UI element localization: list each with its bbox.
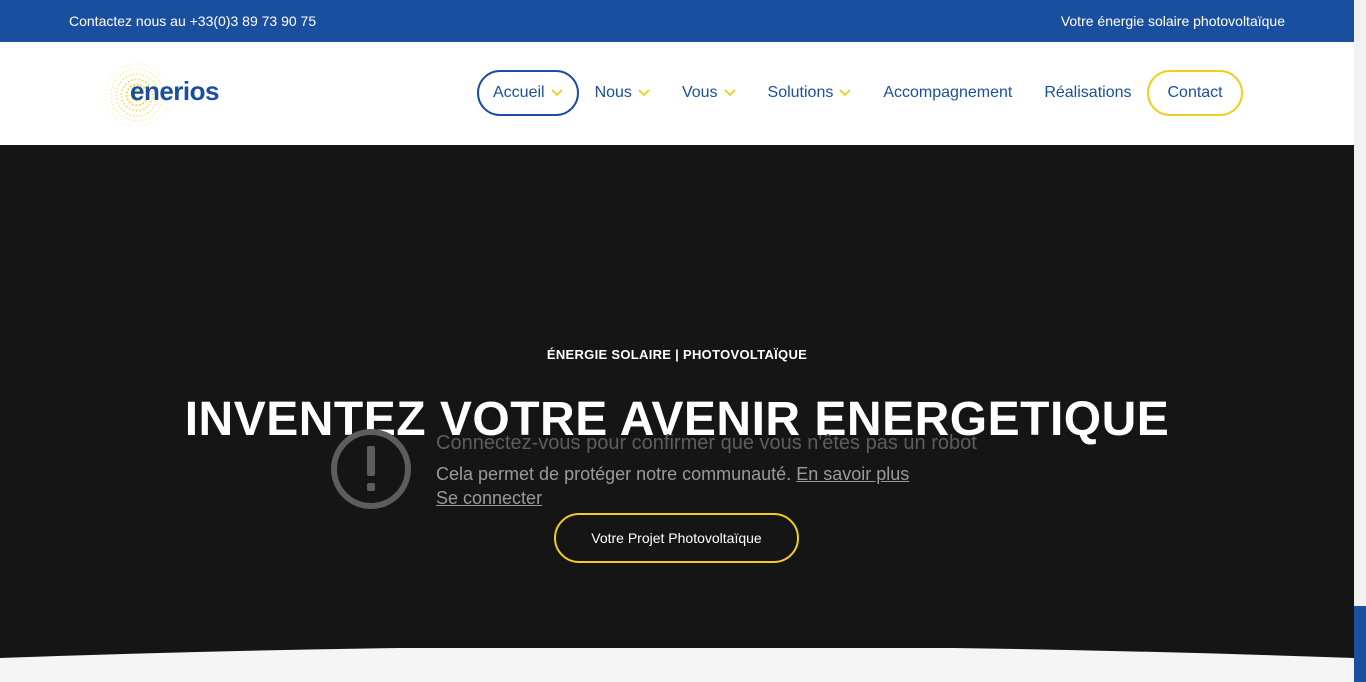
contact-phone[interactable]: Contactez nous au +33(0)3 89 73 90 75 (69, 13, 316, 29)
nav-label: Vous (681, 84, 718, 101)
nav-label: Solutions (767, 84, 834, 101)
hero-section: ÉNERGIE SOLAIRE | PHOTOVOLTAÏQUE INVENTE… (0, 145, 1354, 682)
scrollbar-thumb[interactable] (1354, 606, 1366, 682)
robot-check-text-line: Cela permet de protéger notre communauté… (436, 464, 909, 485)
nav-label: Accueil (493, 84, 545, 101)
nav-item-nous[interactable]: Nous (579, 70, 666, 116)
top-bar: Contactez nous au +33(0)3 89 73 90 75 Vo… (0, 0, 1354, 42)
site-logo[interactable]: enerios (102, 60, 242, 130)
site-header: enerios Accueil Nous Vous Solutions Acco… (0, 42, 1354, 145)
chevron-down-icon (550, 89, 563, 97)
learn-more-link[interactable]: En savoir plus (796, 464, 909, 484)
robot-check-notice: Connectez-vous pour confirmer que vous n… (330, 428, 1050, 518)
chevron-down-icon (638, 89, 650, 97)
nav-item-accompagnement[interactable]: Accompagnement (867, 70, 1028, 116)
nav-label: Nous (594, 84, 632, 101)
hero-kicker: ÉNERGIE SOLAIRE | PHOTOVOLTAÏQUE (546, 347, 808, 362)
login-link[interactable]: Se connecter (436, 488, 542, 509)
photovoltaic-project-button[interactable]: Votre Projet Photovoltaïque (554, 513, 799, 563)
chevron-down-icon (723, 89, 736, 97)
nav-label: Accompagnement (883, 84, 1013, 101)
hero-bottom-curve (0, 648, 1354, 682)
nav-item-realisations[interactable]: Réalisations (1028, 70, 1147, 116)
nav-item-solutions[interactable]: Solutions (752, 70, 868, 116)
main-nav: Accueil Nous Vous Solutions Accompagneme… (477, 69, 1243, 117)
chevron-down-icon (839, 89, 851, 97)
scrollbar-track[interactable] (1354, 0, 1366, 682)
nav-item-accueil[interactable]: Accueil (477, 70, 579, 116)
nav-item-vous[interactable]: Vous (666, 70, 752, 116)
exclamation-circle-icon (331, 429, 411, 509)
brand-name: enerios (130, 76, 220, 106)
robot-check-text: Cela permet de protéger notre communauté… (436, 464, 792, 484)
nav-label: Réalisations (1044, 84, 1132, 101)
contact-button[interactable]: Contact (1147, 70, 1243, 116)
top-tagline: Votre énergie solaire photovoltaïque (1060, 13, 1285, 29)
robot-check-heading: Connectez-vous pour confirmer que vous n… (436, 432, 977, 454)
